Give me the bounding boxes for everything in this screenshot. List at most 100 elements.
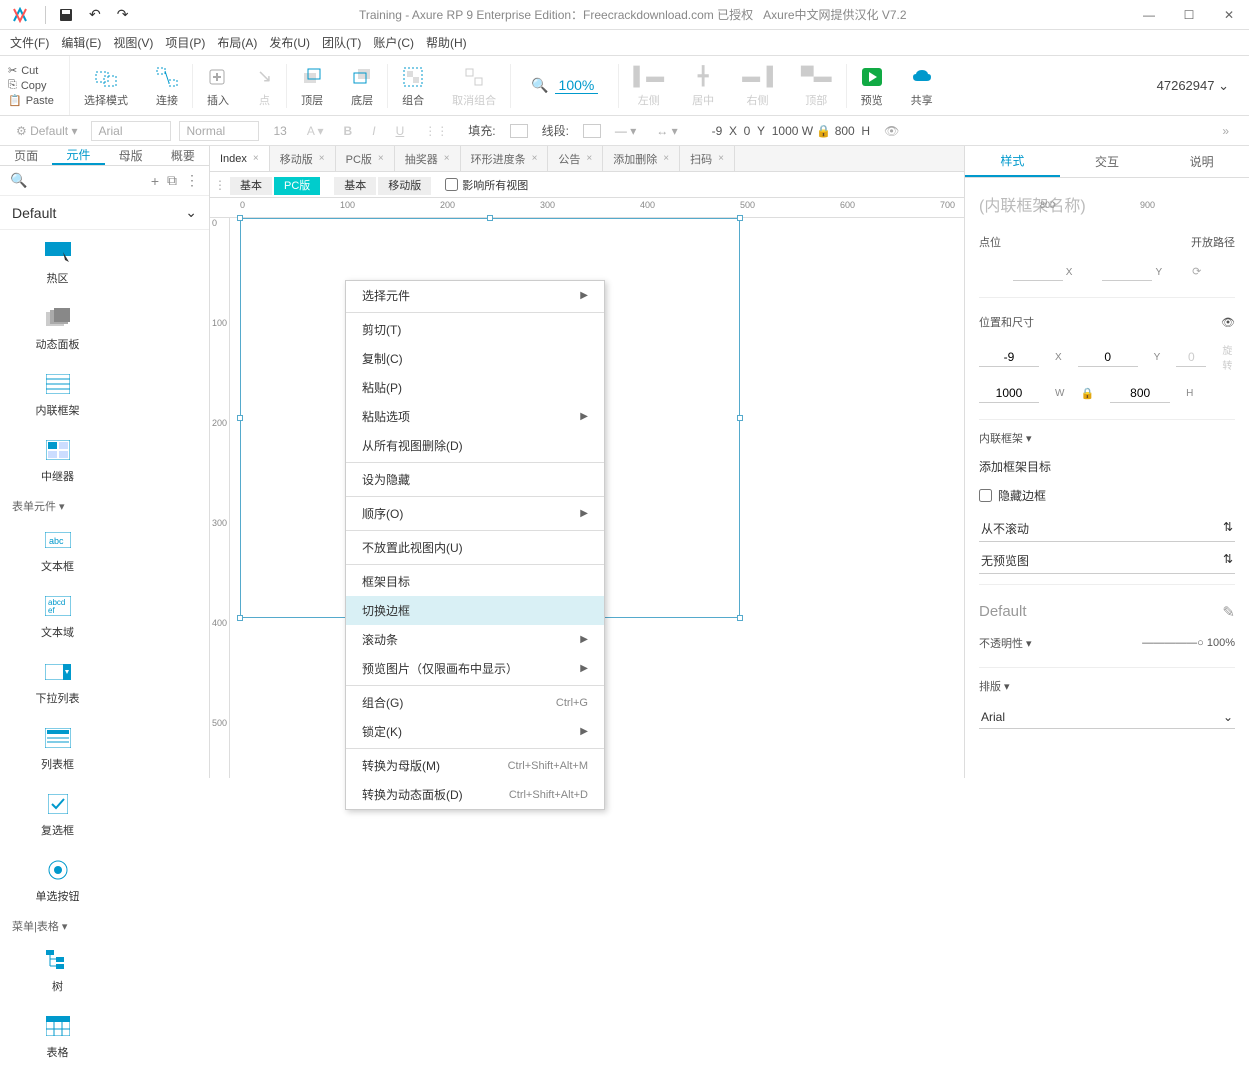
close-icon[interactable]: ×	[532, 153, 538, 164]
context-menu-item[interactable]: 滚动条▶	[346, 625, 604, 654]
context-menu-item[interactable]: 不放置此视图内(U)	[346, 533, 604, 562]
right-tab[interactable]: 交互	[1060, 146, 1155, 177]
left-tab[interactable]: 元件	[52, 146, 104, 165]
doc-tab[interactable]: 移动版×	[270, 146, 336, 171]
menu-item[interactable]: 编辑(E)	[61, 34, 101, 51]
widget-hotspot[interactable]: 热区	[10, 230, 105, 296]
widget-textarea[interactable]: abcdef文本域	[10, 584, 105, 650]
style-preset[interactable]: ⚙ Default ▾	[10, 122, 83, 140]
context-menu-item[interactable]: 粘贴(P)	[346, 373, 604, 402]
right-tab[interactable]: 样式	[965, 146, 1060, 177]
w-input[interactable]	[979, 384, 1039, 403]
ungroup-button[interactable]: 取消组合	[438, 56, 510, 115]
widget-iframe[interactable]: 内联框架	[10, 362, 105, 428]
widget-tree[interactable]: 树	[10, 938, 105, 1004]
left-tab[interactable]: 页面	[0, 146, 52, 165]
h-input[interactable]	[1110, 384, 1170, 403]
right-tab[interactable]: 说明	[1154, 146, 1249, 177]
share-button[interactable]: 共享	[897, 56, 947, 115]
insert-button[interactable]: 插入	[193, 56, 243, 115]
weight-select[interactable]: Normal	[179, 121, 259, 141]
size-select[interactable]: 13	[267, 122, 292, 140]
font-select[interactable]: Arial	[91, 121, 171, 141]
context-menu-item[interactable]: 顺序(O)▶	[346, 499, 604, 528]
rot-input[interactable]	[1176, 348, 1206, 367]
context-menu-item[interactable]: 复制(C)	[346, 344, 604, 373]
font-select-right[interactable]: Arial⌄	[979, 706, 1235, 729]
align-center-button[interactable]: ╋居中	[678, 56, 728, 115]
add-icon[interactable]: +	[151, 173, 159, 189]
close-button[interactable]: ✕	[1209, 0, 1249, 30]
widget-textfield[interactable]: abc文本框	[10, 518, 105, 584]
close-icon[interactable]: ×	[586, 153, 592, 164]
pos-x-input[interactable]	[1013, 262, 1063, 281]
widget-checkbox[interactable]: 复选框	[10, 782, 105, 848]
more-icon[interactable]: ⋮	[185, 172, 199, 189]
top-layer-button[interactable]: 顶层	[287, 56, 337, 115]
doc-tab[interactable]: 抽奖器×	[395, 146, 461, 171]
doc-tab[interactable]: 扫码×	[680, 146, 735, 171]
zoom-control[interactable]: 🔍 100%	[511, 77, 618, 94]
close-icon[interactable]: ×	[718, 153, 724, 164]
fill-color[interactable]	[510, 124, 528, 138]
view-tab[interactable]: 基本	[334, 177, 376, 195]
copy-button[interactable]: ⎘ Copy	[8, 79, 61, 92]
widget-repeater[interactable]: 中继器	[10, 428, 105, 494]
menu-item[interactable]: 文件(F)	[10, 34, 49, 51]
context-menu-item[interactable]: 锁定(K)▶	[346, 717, 604, 746]
context-menu-item[interactable]: 粘贴选项▶	[346, 402, 604, 431]
close-icon[interactable]: ×	[663, 153, 669, 164]
close-icon[interactable]: ×	[319, 153, 325, 164]
scroll-select[interactable]: 从不滚动⇅	[979, 516, 1235, 542]
doc-tab[interactable]: PC版×	[336, 146, 395, 171]
cut-button[interactable]: ✂ Cut	[8, 64, 61, 77]
context-menu-item[interactable]: 从所有视图删除(D)	[346, 431, 604, 460]
context-menu-item[interactable]: 转换为动态面板(D)Ctrl+Shift+Alt+D	[346, 780, 604, 809]
doc-tab[interactable]: Index×	[210, 146, 270, 171]
save-icon[interactable]	[51, 4, 81, 26]
menu-item[interactable]: 布局(A)	[217, 34, 257, 51]
widget-dropdown[interactable]: 下拉列表	[10, 650, 105, 716]
search-icon[interactable]: 🔍	[10, 172, 27, 189]
doc-tab[interactable]: 添加删除×	[603, 146, 680, 171]
x-input[interactable]	[979, 348, 1039, 367]
close-icon[interactable]: ×	[253, 153, 259, 164]
context-menu-item[interactable]: 设为隐藏	[346, 465, 604, 494]
align-left-button[interactable]: ▌▬左侧	[619, 56, 678, 115]
library-title[interactable]: Default⌄	[0, 196, 209, 229]
menu-item[interactable]: 项目(P)	[165, 34, 205, 51]
paste-button[interactable]: 📋 Paste	[8, 94, 61, 107]
widget-radio[interactable]: 单选按钮	[10, 848, 105, 914]
minimize-button[interactable]: —	[1129, 0, 1169, 30]
edit-icon[interactable]: ✎	[1222, 603, 1235, 621]
menu-item[interactable]: 发布(U)	[269, 34, 310, 51]
visibility-icon[interactable]: 👁	[878, 122, 905, 140]
context-menu-item[interactable]: 选择元件▶	[346, 281, 604, 310]
maximize-button[interactable]: ☐	[1169, 0, 1209, 30]
pos-y-input[interactable]	[1102, 262, 1152, 281]
view-tab[interactable]: 移动版	[378, 177, 431, 195]
menu-item[interactable]: 团队(T)	[322, 34, 361, 51]
category-form[interactable]: 表单元件 ▾	[0, 494, 209, 518]
user-menu[interactable]: 47262947 ⌄	[1137, 78, 1249, 94]
left-tab[interactable]: 概要	[157, 146, 209, 165]
element-name-input[interactable]: (内联框架名称)	[979, 188, 1235, 228]
view-tab[interactable]: PC版	[274, 177, 320, 195]
add-frame-target[interactable]: 添加框架目标	[979, 452, 1235, 481]
select-mode-button[interactable]: 选择模式	[70, 56, 142, 115]
widget-panel[interactable]: 动态面板	[10, 296, 105, 362]
y-input[interactable]	[1078, 348, 1138, 367]
widget-table[interactable]: 表格	[10, 1004, 105, 1070]
point-button[interactable]: ↘点	[243, 56, 286, 115]
menu-item[interactable]: 帮助(H)	[426, 34, 467, 51]
align-top-button[interactable]: ▀▬顶部	[787, 56, 846, 115]
menu-item[interactable]: 账户(C)	[373, 34, 414, 51]
folder-icon[interactable]: ⧉	[167, 172, 177, 189]
context-menu-item[interactable]: 剪切(T)	[346, 315, 604, 344]
view-tab[interactable]: 基本	[230, 177, 272, 195]
redo-icon[interactable]: ↷	[109, 2, 137, 27]
stroke-color[interactable]	[583, 124, 601, 138]
undo-icon[interactable]: ↶	[81, 2, 109, 27]
visibility-icon[interactable]: 👁	[1221, 316, 1235, 329]
connect-button[interactable]: 连接	[142, 56, 192, 115]
